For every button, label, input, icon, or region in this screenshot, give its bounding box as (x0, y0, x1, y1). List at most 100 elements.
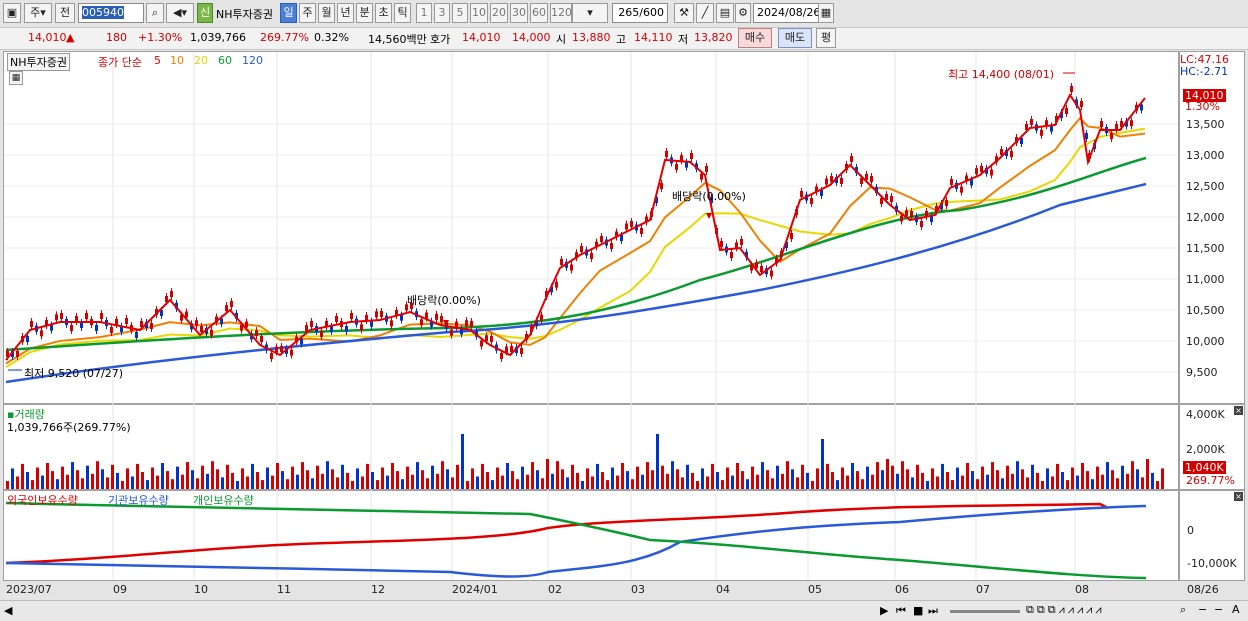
volume-bar (266, 467, 269, 489)
volume-bar (316, 465, 319, 489)
dividend-marker-2 (706, 213, 712, 219)
candle-body (1100, 121, 1103, 127)
price-tick-2: 12,500 (1186, 180, 1225, 193)
x-label-5: 2024/01 (452, 583, 498, 596)
candle-body (770, 270, 773, 277)
price-tick-6: 10,500 (1186, 304, 1225, 317)
volume-bar (956, 467, 959, 489)
volume-bar (876, 462, 879, 489)
volume-bar (761, 462, 764, 489)
volume-bar (681, 477, 684, 489)
candle-body (255, 330, 258, 337)
volume-bar (81, 478, 84, 489)
volume-bar (1031, 464, 1034, 489)
volume-bar (376, 480, 379, 489)
font-size-icon[interactable]: A (1232, 603, 1240, 616)
volume-bar (451, 477, 454, 489)
candle-body (980, 166, 983, 172)
candle-body (210, 329, 213, 336)
volume-bar (846, 475, 849, 489)
scroll-left-icon[interactable]: ◀ (4, 604, 12, 617)
volume-bar (196, 478, 199, 489)
volume-bar (801, 464, 804, 489)
volume-bar (861, 479, 864, 489)
volume-bar (841, 467, 844, 489)
volume-bar (116, 472, 119, 489)
candle-body (720, 241, 723, 247)
volume-bar (1126, 473, 1129, 489)
first-icon[interactable]: ⏮ (896, 604, 906, 618)
volume-bar (1026, 477, 1029, 489)
volume-bar (1021, 469, 1024, 489)
candle-body (1010, 151, 1013, 157)
volume-bar (186, 462, 189, 489)
volume-bar (411, 474, 414, 489)
volume-bar (226, 464, 229, 489)
volume-bar (341, 464, 344, 489)
volume-bar (1071, 467, 1074, 489)
volume-bar (261, 480, 264, 489)
volume-bar (746, 479, 749, 489)
candle-body (555, 281, 558, 288)
volume-close-icon[interactable]: × (1234, 406, 1243, 415)
holding-close-icon[interactable]: × (1234, 492, 1243, 501)
volume-bar (911, 477, 914, 489)
volume-bar (531, 462, 534, 489)
volume-bar (1076, 475, 1079, 489)
volume-bar (756, 474, 759, 489)
x-label-0: 2023/07 (6, 583, 52, 596)
ma-legend-prefix: 종가 단순 (98, 56, 142, 69)
zoom-icon[interactable]: ⌕ (1180, 603, 1186, 617)
volume-bar (481, 463, 484, 489)
volume-bar (1081, 463, 1084, 489)
chart-canvas (4, 52, 1178, 580)
volume-bar (886, 459, 889, 489)
zoom-slider[interactable] (950, 610, 1020, 613)
stop-icon[interactable]: ■ (913, 604, 923, 617)
zoom-out-icon[interactable]: − (1198, 603, 1207, 616)
volume-bar (151, 467, 154, 489)
volume-bar (646, 462, 649, 489)
candle-body (470, 321, 473, 327)
last-icon[interactable]: ⏭ (928, 604, 938, 618)
volume-bar (436, 473, 439, 489)
volume-bar (126, 468, 129, 489)
volume-bar (741, 471, 744, 489)
volume-bar (831, 472, 834, 489)
volume-bar (296, 474, 299, 489)
volume-bar (121, 481, 124, 489)
hc-value: HC:-2.71 (1180, 65, 1229, 78)
volume-bar (366, 463, 369, 489)
candle-body (960, 186, 963, 193)
candle-body (990, 169, 993, 176)
zoom-reset-icon[interactable]: − (1214, 603, 1223, 616)
candle-body (135, 332, 138, 338)
x-label-10: 06 (895, 583, 909, 596)
chart-name: NH투자증권 (7, 53, 70, 71)
candle-body (600, 236, 603, 242)
candle-body (730, 252, 733, 258)
candle-body (16, 351, 19, 357)
candle-body (975, 168, 978, 175)
volume-bar (381, 467, 384, 489)
volume-bar (626, 471, 629, 489)
volume-bar (851, 463, 854, 489)
volume-bar (1036, 472, 1039, 489)
candle-body (480, 340, 483, 347)
volume-bar (666, 473, 669, 489)
volume-bar (706, 476, 709, 489)
candle-body (620, 235, 623, 241)
tool-icons[interactable]: ⧉⧉⧉⩘⩘⩘⩘⩘ (1026, 603, 1105, 617)
volume-bar (506, 463, 509, 489)
holding-legend-1: 기관보유수량 (108, 494, 169, 507)
scroll-right-icon[interactable]: ▶ (880, 604, 888, 617)
volume-bar (1061, 472, 1064, 489)
volume-bar (211, 461, 214, 489)
volume-bar (491, 480, 494, 489)
ma120-line (5, 182, 1147, 384)
candle-body (1065, 108, 1068, 114)
candle-body (490, 336, 493, 342)
candle-body (26, 336, 29, 342)
volume-bar (1121, 465, 1124, 489)
grid-toggle-icon[interactable]: ▦ (9, 71, 23, 85)
